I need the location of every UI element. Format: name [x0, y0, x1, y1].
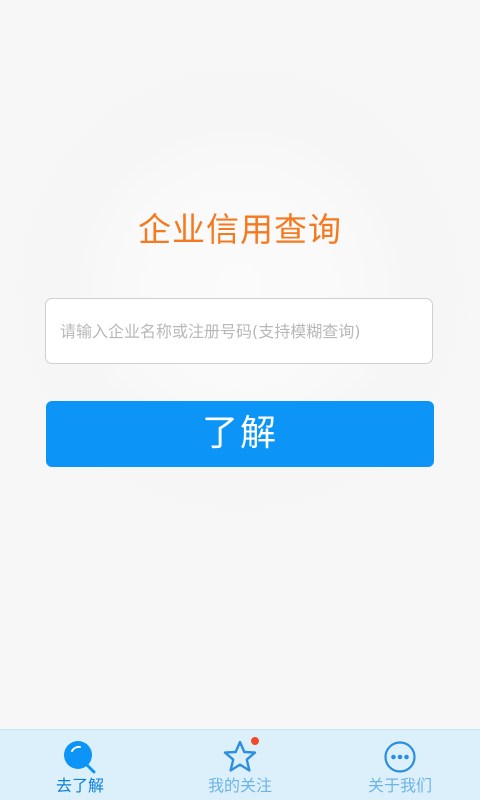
tab-about[interactable]: 关于我们 — [320, 730, 480, 800]
search-field[interactable] — [45, 298, 433, 364]
tab-learn-label: 去了解 — [55, 776, 104, 795]
submit-button[interactable]: 了解 — [46, 401, 434, 467]
bottom-tab-bar: 去了解 我的关注 关于我们 — [0, 729, 480, 800]
notification-badge — [251, 737, 259, 745]
tab-favorites[interactable]: 我的关注 — [160, 730, 320, 800]
search-icon — [64, 741, 96, 774]
tab-learn[interactable]: 去了解 — [0, 730, 160, 800]
page-title: 企业信用查询 — [138, 210, 342, 249]
tab-favorites-label: 我的关注 — [207, 776, 272, 795]
star-icon — [223, 740, 257, 772]
tab-about-label: 关于我们 — [367, 776, 432, 795]
more-icon — [384, 741, 416, 773]
search-input[interactable] — [46, 299, 432, 363]
app-screen: 企业信用查询 了解 去了解 我的关注 关于 — [0, 0, 480, 800]
